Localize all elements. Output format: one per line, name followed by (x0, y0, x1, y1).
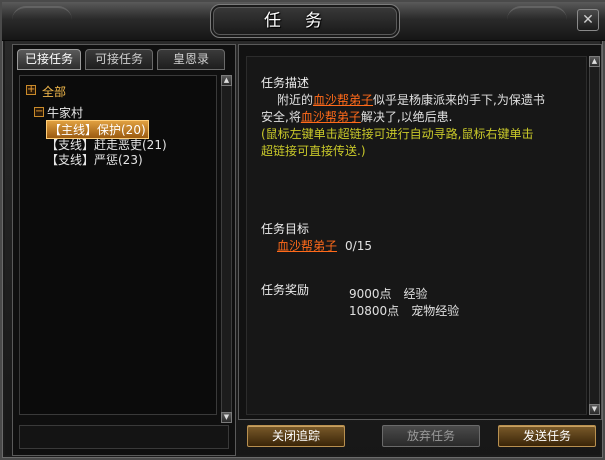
tab-imperial-record[interactable]: 皇恩录 (157, 49, 225, 70)
reward-type: 经验 (403, 287, 428, 301)
window-title: 任务 (210, 4, 400, 38)
scroll-up-icon[interactable]: ▲ (589, 56, 600, 67)
description-heading: 任务描述 (261, 76, 310, 90)
right-ornament (507, 6, 567, 36)
scroll-down-icon[interactable]: ▼ (589, 404, 600, 415)
hint-line-1: (鼠标左键单击超链接可进行自动寻路,鼠标右键单击 (261, 127, 534, 141)
close-button[interactable]: ✕ (577, 9, 599, 31)
description-line-1: 附近的血沙帮弟子似乎是杨康派来的手下,为保遗书 (277, 92, 545, 109)
description-text: 解决了,以绝后患. (360, 110, 453, 124)
quest-detail-panel: 任务描述 附近的血沙帮弟子似乎是杨康派来的手下,为保遗书 安全,将血沙帮弟子解决… (238, 44, 602, 420)
target-progress: 0/15 (345, 239, 372, 253)
description-text: 似乎是杨康派来的手下,为保遗书 (373, 93, 545, 107)
title-bar[interactable]: 任务 ✕ (2, 2, 605, 41)
description-text: 附近的 (277, 93, 314, 107)
tab-accepted-quests[interactable]: 已接任务 (17, 49, 81, 70)
description-text: 安全,将 (261, 110, 301, 124)
tab-available-quests[interactable]: 可接任务 (85, 49, 153, 70)
left-ornament (12, 6, 72, 36)
abandon-quest-button[interactable]: 放弃任务 (382, 425, 480, 447)
reward-amount: 9000点 (349, 287, 392, 301)
description-line-2: 安全,将血沙帮弟子解决了,以绝后患. (261, 109, 452, 126)
quest-window: 任务 ✕ 已接任务 可接任务 皇恩录 + 全部 − 牛家村 【主线】保护(20)… (0, 0, 605, 460)
reward-type: 宠物经验 (411, 304, 460, 318)
tracking-field (19, 425, 229, 449)
quest-list-panel: 已接任务 可接任务 皇恩录 + 全部 − 牛家村 【主线】保护(20) 【支线】… (12, 44, 236, 456)
expand-all-icon[interactable]: + (26, 85, 36, 95)
target-line: 血沙帮弟子 0/15 (277, 238, 372, 255)
reward-exp: 9000点 经验 (349, 285, 428, 302)
reward-amount: 10800点 (349, 304, 400, 318)
detail-scrollbar[interactable]: ▲ ▼ (589, 56, 600, 415)
reward-pet-exp: 10800点 宠物经验 (349, 302, 459, 319)
reward-heading: 任务奖励 (261, 283, 310, 297)
target-heading: 任务目标 (261, 222, 310, 236)
quest-tree: + 全部 − 牛家村 【主线】保护(20) 【支线】赶走恶吏(21) 【支线】严… (19, 75, 217, 415)
collapse-group-icon[interactable]: − (34, 107, 44, 117)
quest-item-side-2[interactable]: 【支线】严惩(23) (46, 151, 143, 168)
npc-link[interactable]: 血沙帮弟子 (313, 93, 373, 107)
scroll-down-icon[interactable]: ▼ (221, 412, 232, 423)
hint-line-2: 超链接可直接传送.) (261, 144, 366, 158)
tree-group-label[interactable]: 牛家村 (47, 104, 83, 121)
npc-link[interactable]: 血沙帮弟子 (301, 110, 361, 124)
quest-list-scrollbar[interactable]: ▲ ▼ (221, 75, 232, 423)
scroll-up-icon[interactable]: ▲ (221, 75, 232, 86)
send-quest-button[interactable]: 发送任务 (498, 425, 596, 447)
tree-root-label[interactable]: 全部 (42, 83, 66, 100)
close-tracking-button[interactable]: 关闭追踪 (247, 425, 345, 447)
quest-detail-content: 任务描述 附近的血沙帮弟子似乎是杨康派来的手下,为保遗书 安全,将血沙帮弟子解决… (246, 56, 587, 415)
target-npc-link[interactable]: 血沙帮弟子 (277, 239, 337, 253)
